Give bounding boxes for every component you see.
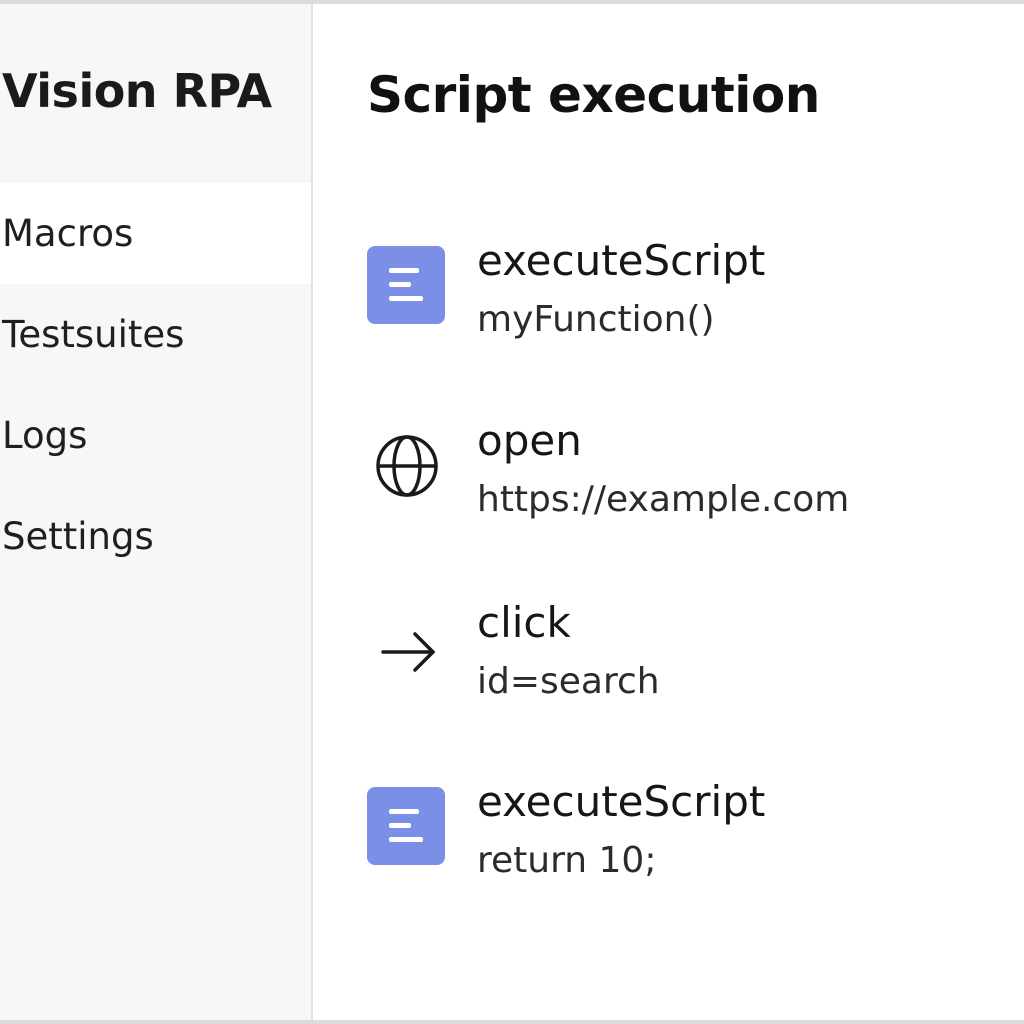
- app-window: Vision RPA Macros Testsuites Logs Settin…: [0, 0, 1024, 1024]
- globe-icon: [367, 426, 447, 506]
- sidebar-item-testsuites[interactable]: Testsuites: [0, 284, 311, 385]
- command-row[interactable]: click id=search: [367, 602, 1007, 722]
- command-name: executeScript: [477, 236, 766, 285]
- sidebar-item-logs[interactable]: Logs: [0, 385, 311, 486]
- command-row[interactable]: executeScript return 10;: [367, 781, 1007, 901]
- command-name: click: [477, 598, 571, 647]
- sidebar-nav: Macros Testsuites Logs Settings: [0, 183, 311, 587]
- sidebar-item-macros[interactable]: Macros: [0, 183, 311, 284]
- script-icon: [367, 787, 447, 867]
- script-icon: [367, 246, 447, 326]
- sidebar: Vision RPA Macros Testsuites Logs Settin…: [0, 4, 313, 1020]
- command-target: https://example.com: [477, 479, 850, 520]
- command-name: open: [477, 416, 582, 465]
- command-row[interactable]: open https://example.com: [367, 420, 1007, 540]
- command-row[interactable]: executeScript myFunction(): [367, 240, 1007, 360]
- command-target: return 10;: [477, 840, 657, 881]
- sidebar-item-settings[interactable]: Settings: [0, 486, 311, 587]
- command-target: id=search: [477, 661, 660, 702]
- arrow-right-icon: [367, 608, 447, 688]
- page-title: Script execution: [367, 66, 820, 124]
- main-panel: Script execution executeScript myFunctio…: [313, 4, 1024, 1020]
- command-name: executeScript: [477, 777, 766, 826]
- command-target: myFunction(): [477, 299, 715, 340]
- app-brand: Vision RPA: [2, 64, 272, 118]
